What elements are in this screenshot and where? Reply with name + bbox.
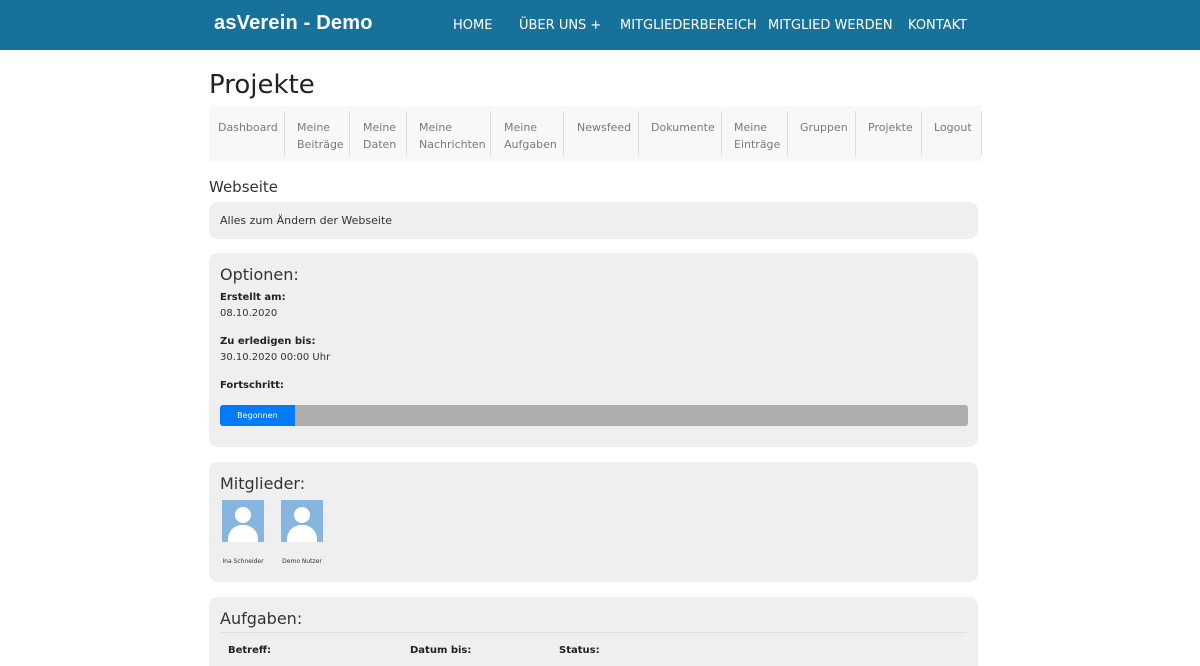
subnav-label-line2: Daten: [363, 138, 397, 151]
project-description: Alles zum Ändern der Webseite: [220, 214, 393, 227]
subnav-label-line2: Beiträge: [297, 138, 344, 151]
tasks-card: Aufgaben: Betreff: Datum bis: Status:: [209, 597, 978, 666]
members-card: Mitglieder: Ina Schneider Demo Nutzer: [209, 462, 978, 582]
subnav-label-line1: Dokumente: [651, 121, 715, 134]
subnav-item-newsfeed[interactable]: Newsfeed: [564, 111, 639, 156]
subnav-label-line1: Meine: [363, 121, 397, 134]
page-title: Projekte: [209, 70, 315, 100]
subnav-item-my-tasks[interactable]: Meine Aufgaben: [491, 111, 564, 156]
nav-become-member-link[interactable]: MITGLIED WERDEN: [768, 18, 893, 33]
column-header-subject: Betreff:: [228, 645, 271, 656]
column-header-due-date: Datum bis:: [410, 645, 472, 656]
member-name: Ina Schneider: [222, 558, 264, 565]
main-nav: HOME ÜBER UNS + MITGLIEDERBEREICH MITGLI…: [0, 18, 1200, 38]
options-heading: Optionen:: [220, 265, 299, 284]
progress-bar: Begonnen: [220, 405, 968, 426]
member-subnav: Dashboard Meine Beiträge Meine Daten Mei…: [209, 106, 982, 161]
subnav-label-line1: Newsfeed: [577, 121, 632, 134]
subnav-label-line1: Logout: [934, 121, 972, 134]
subnav-label-line1: Meine: [504, 121, 538, 134]
nav-contact-link[interactable]: KONTAKT: [908, 18, 967, 33]
subnav-label-line1: Gruppen: [800, 121, 848, 134]
created-value: 08.10.2020: [220, 308, 278, 319]
nav-about-link[interactable]: ÜBER UNS +: [519, 18, 601, 33]
due-value: 30.10.2020 00:00 Uhr: [220, 352, 331, 363]
subnav-label-line1: Dashboard: [218, 121, 278, 134]
subnav-item-groups[interactable]: Gruppen: [788, 111, 856, 156]
subnav-label-line2: Aufgaben: [504, 138, 557, 151]
subnav-item-documents[interactable]: Dokumente: [639, 111, 722, 156]
created-label: Erstellt am:: [220, 292, 286, 303]
subnav-label-line1: Meine: [419, 121, 453, 134]
nav-home-link[interactable]: HOME: [453, 18, 492, 33]
subnav-item-my-data[interactable]: Meine Daten: [350, 111, 407, 156]
subnav-label-line2: Einträge: [734, 138, 781, 151]
subnav-label-line1: Meine: [734, 121, 768, 134]
subnav-item-my-entries[interactable]: Meine Einträge: [722, 111, 788, 156]
project-name: Webseite: [209, 178, 279, 196]
member-name: Demo Nutzer: [282, 558, 322, 565]
subnav-item-logout[interactable]: Logout: [922, 111, 982, 156]
subnav-item-my-messages[interactable]: Meine Nachrichten: [407, 111, 491, 156]
divider: [220, 632, 967, 633]
subnav-label-line1: Meine: [297, 121, 331, 134]
subnav-label-line2: Nachrichten: [419, 138, 486, 151]
project-description-card: Alles zum Ändern der Webseite: [209, 202, 978, 239]
options-card: Optionen: Erstellt am: 08.10.2020 Zu erl…: [209, 253, 978, 447]
user-avatar-icon: [222, 500, 264, 542]
member-item[interactable]: Ina Schneider: [213, 500, 273, 565]
user-avatar-icon: [281, 500, 323, 542]
progress-label: Fortschritt:: [220, 380, 284, 391]
tasks-heading: Aufgaben:: [220, 609, 303, 628]
progress-bar-fill: Begonnen: [220, 405, 295, 426]
due-label: Zu erledigen bis:: [220, 336, 316, 347]
member-item[interactable]: Demo Nutzer: [272, 500, 332, 565]
subnav-label-line1: Projekte: [868, 121, 913, 134]
subnav-item-dashboard[interactable]: Dashboard: [209, 111, 285, 156]
members-heading: Mitglieder:: [220, 474, 306, 493]
subnav-item-projects[interactable]: Projekte: [856, 111, 922, 156]
subnav-item-my-posts[interactable]: Meine Beiträge: [285, 111, 350, 156]
nav-members-area-link[interactable]: MITGLIEDERBEREICH: [620, 18, 757, 33]
top-navbar: asVerein - Demo HOME ÜBER UNS + MITGLIED…: [0, 0, 1200, 50]
column-header-status: Status:: [559, 645, 600, 656]
